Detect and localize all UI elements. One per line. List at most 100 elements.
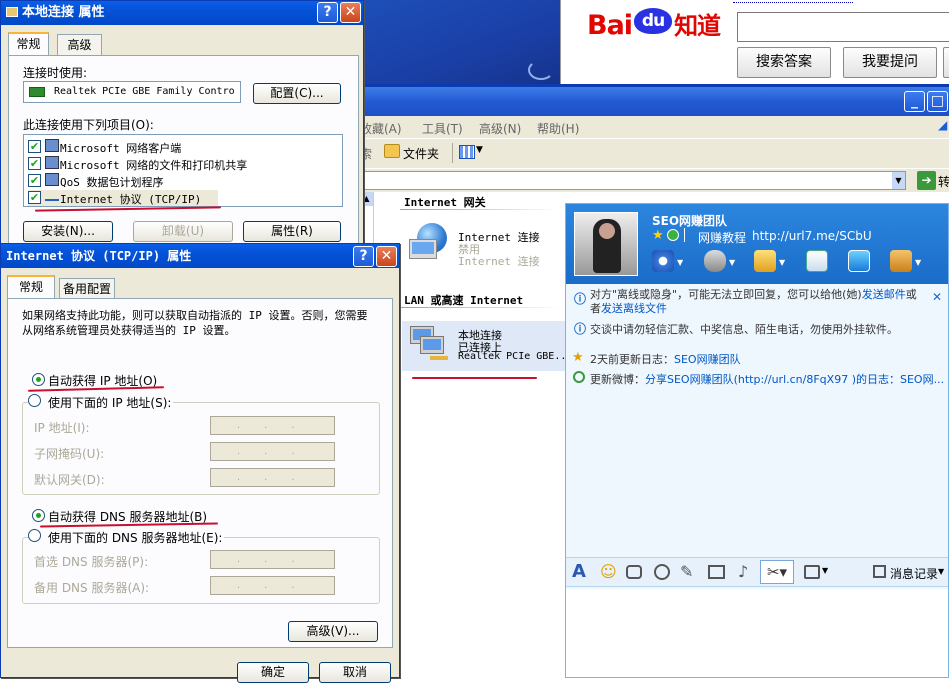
ok-button[interactable]: 确定 <box>237 662 309 683</box>
internet-gateway-icon[interactable] <box>407 221 451 265</box>
manual-dns-option[interactable]: 使用下面的 DNS 服务器地址(E): <box>28 529 225 546</box>
help-button[interactable]: ? <box>353 246 374 267</box>
item-checkbox[interactable]: ✔ <box>28 140 41 153</box>
tab-general[interactable]: 常规 <box>8 32 49 55</box>
manual-ip-radio[interactable] <box>28 394 41 407</box>
mask-field[interactable]: ... <box>210 442 335 461</box>
tab-advanced[interactable]: 高级 <box>57 34 102 55</box>
blog-link[interactable]: SEO网赚团队 <box>674 353 741 366</box>
address-input[interactable] <box>360 171 906 190</box>
send-offline-file-link[interactable]: 发送离线文件 <box>601 302 667 315</box>
webcam-icon[interactable] <box>652 250 674 272</box>
item-checkbox[interactable]: ✔ <box>28 191 41 204</box>
app-box-icon[interactable] <box>890 250 912 272</box>
emoticon-icon[interactable]: ☺ <box>600 562 617 581</box>
tab-general[interactable]: 常规 <box>7 275 55 298</box>
weibo-update: 更新微博：分享SEO网赚团队(http://url.cn/8FqX97 )的日志… <box>590 373 945 386</box>
avatar[interactable] <box>574 212 638 276</box>
config-button[interactable]: 配置(C)... <box>253 83 341 104</box>
microphone-icon[interactable] <box>704 250 726 272</box>
folders-button[interactable]: 文件夹 <box>403 145 439 162</box>
font-icon[interactable]: A <box>572 561 586 582</box>
music-icon[interactable]: ♪ <box>738 562 748 581</box>
auto-ip-radio[interactable] <box>32 373 45 386</box>
dropdown-icon[interactable]: ▼ <box>677 258 683 267</box>
tab-alternate[interactable]: 备用配置 <box>59 278 115 299</box>
explorer-toolbar: 索 文件夹 ▼ <box>360 138 949 168</box>
history-button[interactable]: 消息记录 <box>890 565 938 582</box>
properties-button[interactable]: 属性(R) <box>243 221 341 242</box>
history-icon[interactable] <box>873 565 886 578</box>
dns1-field[interactable]: ... <box>210 550 335 569</box>
ask-question-button[interactable]: 我要提问 <box>843 47 937 78</box>
uninstall-button[interactable]: 卸载(U) <box>133 221 233 242</box>
advanced-button[interactable]: 高级(V)... <box>288 621 378 642</box>
vibrate-icon[interactable] <box>654 564 670 580</box>
list-item[interactable]: ✔ Microsoft 网络的文件和打印机共享 <box>28 156 278 172</box>
edit-icon[interactable]: ✎ <box>680 562 693 581</box>
cancel-button[interactable]: 取消 <box>319 662 391 683</box>
close-button[interactable]: ✕ <box>340 2 361 23</box>
list-item[interactable]: ✔ Microsoft 网络客户端 <box>28 139 228 155</box>
gateway-field[interactable]: ... <box>210 468 335 487</box>
go-arrow-icon[interactable]: ➔ <box>917 171 936 190</box>
maximize-button[interactable]: □ <box>927 91 948 112</box>
magic-face-icon[interactable] <box>626 565 642 579</box>
transfer-file-icon[interactable] <box>754 250 776 272</box>
manual-ip-label[interactable]: 使用下面的 IP 地址(S): <box>30 396 171 410</box>
help-button[interactable]: ? <box>317 2 338 23</box>
manual-dns-radio[interactable] <box>28 529 41 542</box>
weibo-link[interactable]: 分享SEO网赚团队(http://url.cn/8FqX97 )的日志：SEO网… <box>645 373 944 386</box>
dns2-label: 备用 DNS 服务器(A): <box>34 581 150 595</box>
protocol-icon <box>45 193 59 201</box>
list-item-selected[interactable]: ✔ Internet 协议 (TCP/IP) <box>28 190 218 206</box>
items-label: 此连接使用下列项目(O): <box>23 118 154 132</box>
menu-tools[interactable]: 工具(T) <box>422 120 463 137</box>
menu-help[interactable]: 帮助(H) <box>537 120 579 137</box>
dns2-field[interactable]: ... <box>210 576 335 595</box>
menu-favorites[interactable]: 收藏(A) <box>360 120 402 137</box>
chat-window: SEO网赚团队 ★ 网赚教程 http://url7.me/SCbU ▼ ▼ ▼… <box>565 203 949 678</box>
search-input[interactable] <box>737 12 949 42</box>
dropdown-icon[interactable]: ▼ <box>729 258 735 267</box>
dropdown-icon[interactable]: ▼ <box>822 566 828 575</box>
extra-button[interactable] <box>943 47 949 78</box>
send-mail-link[interactable]: 发送邮件 <box>862 288 906 301</box>
address-dropdown-icon[interactable]: ▼ <box>892 172 905 189</box>
go-label[interactable]: 转 <box>938 173 949 190</box>
manual-ip-option[interactable]: 使用下面的 IP 地址(S): <box>28 394 174 411</box>
search-answer-button[interactable]: 搜索答案 <box>737 47 831 78</box>
dropdown-icon[interactable]: ▼ <box>938 567 944 576</box>
ip-field[interactable]: ... <box>210 416 335 435</box>
install-button[interactable]: 安装(N)... <box>23 221 113 242</box>
views-dropdown-icon[interactable]: ▼ <box>476 145 483 155</box>
star-icon: ★ <box>572 350 584 365</box>
message-input[interactable] <box>566 589 948 677</box>
signature-url[interactable]: http://url7.me/SCbU <box>752 229 872 243</box>
manual-dns-label[interactable]: 使用下面的 DNS 服务器地址(E): <box>30 531 222 545</box>
image-icon[interactable] <box>708 565 725 579</box>
desktop-orb <box>528 60 554 80</box>
section-internet-gateway: Internet 网关 <box>404 196 486 209</box>
sms-icon[interactable] <box>806 250 828 272</box>
gateway-status-2: Internet 连接 <box>458 255 540 268</box>
item-checkbox[interactable]: ✔ <box>28 157 41 170</box>
dropdown-icon[interactable]: ▼ <box>915 258 921 267</box>
views-icon[interactable] <box>459 145 475 159</box>
close-notice-icon[interactable]: ✕ <box>932 290 942 304</box>
remote-assist-icon[interactable] <box>848 250 870 272</box>
more-icon[interactable] <box>804 565 820 579</box>
section-lan: LAN 或高速 Internet <box>404 294 524 307</box>
minimize-button[interactable]: _ <box>904 91 925 112</box>
auto-dns-radio[interactable] <box>32 509 45 522</box>
baidu-zhidao-page: Bai du 知道 搜索答案 我要提问 <box>560 0 949 84</box>
list-item[interactable]: ✔ QoS 数据包计划程序 <box>28 173 228 189</box>
dropdown-icon[interactable]: ▼ <box>779 258 785 267</box>
screenshot-icon[interactable]: ✂▾ <box>760 560 794 584</box>
local-connection-icon[interactable] <box>406 324 450 364</box>
top-links[interactable] <box>733 0 853 3</box>
item-checkbox[interactable]: ✔ <box>28 174 41 187</box>
menu-advanced[interactable]: 高级(N) <box>479 120 521 137</box>
close-button[interactable]: ✕ <box>376 246 397 267</box>
divider <box>684 228 685 242</box>
